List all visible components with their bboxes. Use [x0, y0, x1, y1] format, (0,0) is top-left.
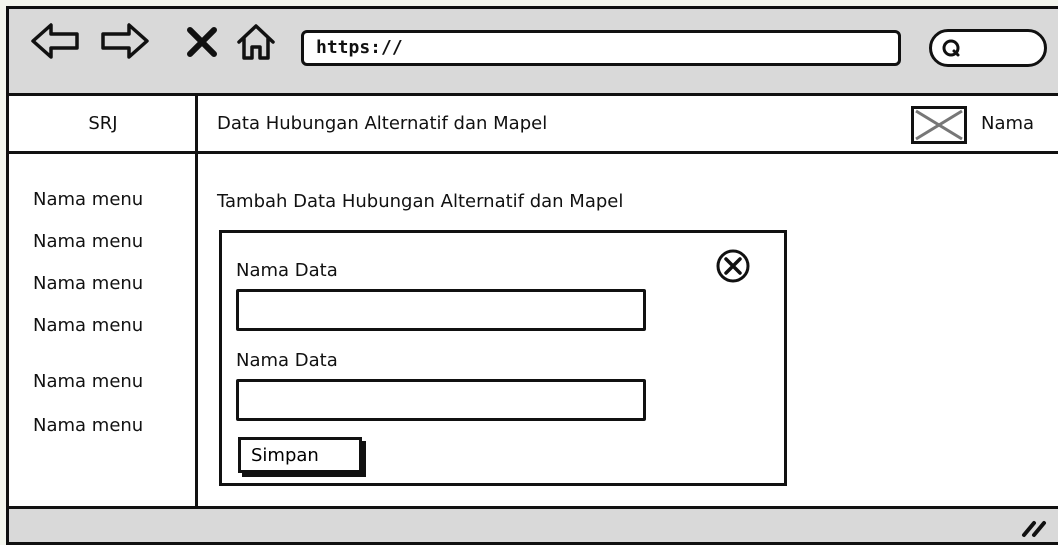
sidebar: Nama menu Nama menu Nama menu Nama menu …: [9, 154, 198, 509]
nama-data-input[interactable]: [236, 379, 646, 421]
sidebar-item[interactable]: Nama menu: [33, 272, 143, 296]
sidebar-item[interactable]: Nama menu: [33, 370, 143, 394]
close-x-icon[interactable]: [185, 25, 219, 59]
sidebar-item[interactable]: Nama menu: [33, 314, 143, 338]
user-name[interactable]: Nama: [981, 96, 1034, 151]
app-header: SRJ Data Hubungan Alternatif dan Mapel N…: [9, 96, 1058, 154]
page-title: Data Hubungan Alternatif dan Mapel: [217, 113, 548, 134]
add-data-form: Nama Data Nama Data Simpan: [219, 230, 787, 486]
form-heading: Tambah Data Hubungan Alternatif dan Mape…: [217, 191, 624, 212]
search-box[interactable]: [929, 29, 1047, 67]
home-icon[interactable]: [235, 23, 277, 61]
browser-window: https:// SRJ Data Hubungan Alternatif da…: [6, 6, 1058, 545]
field-label: Nama Data: [236, 350, 338, 371]
field-label: Nama Data: [236, 260, 338, 281]
status-bar: [9, 509, 1058, 545]
resize-grip-icon[interactable]: [1018, 515, 1050, 539]
url-input[interactable]: https://: [301, 30, 901, 66]
arrow-left-icon[interactable]: [29, 21, 81, 61]
sidebar-item[interactable]: Nama menu: [33, 230, 143, 254]
app-brand[interactable]: SRJ: [9, 96, 197, 151]
page-content: SRJ Data Hubungan Alternatif dan Mapel N…: [9, 93, 1058, 509]
sidebar-item[interactable]: Nama menu: [33, 188, 143, 212]
image-placeholder-icon[interactable]: [911, 106, 967, 144]
search-icon: [942, 39, 960, 57]
arrow-right-icon[interactable]: [99, 21, 151, 61]
nama-data-input[interactable]: [236, 289, 646, 331]
close-circle-icon[interactable]: [714, 247, 752, 285]
browser-toolbar: https://: [9, 9, 1058, 93]
save-button[interactable]: Simpan: [238, 437, 362, 473]
sidebar-item[interactable]: Nama menu: [33, 414, 143, 438]
